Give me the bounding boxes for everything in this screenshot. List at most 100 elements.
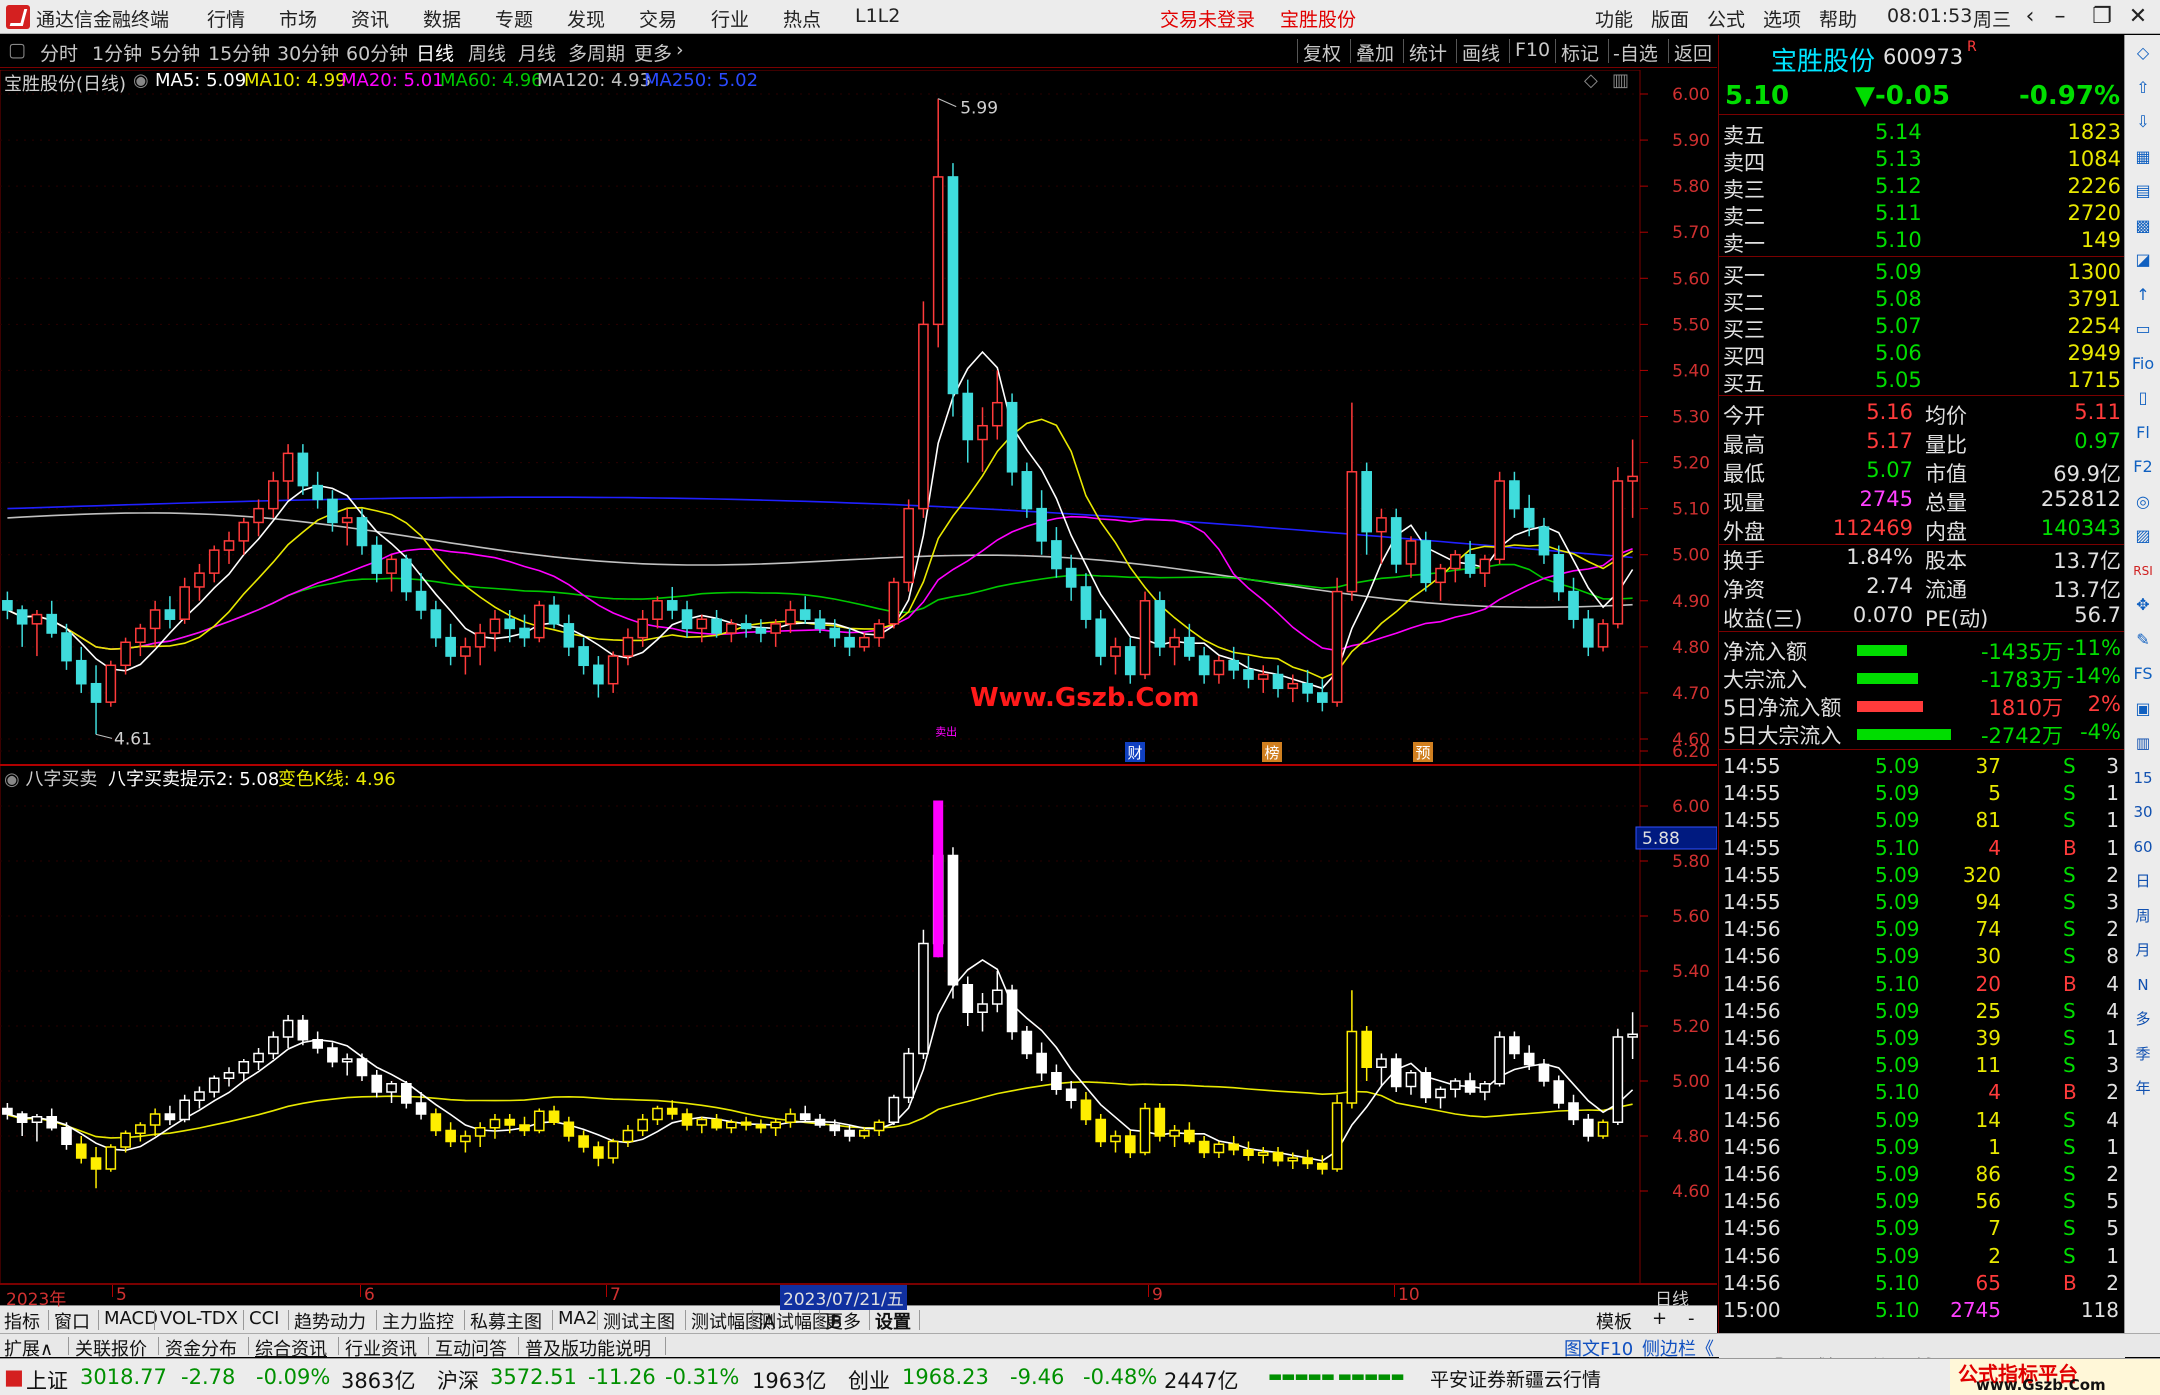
tick-row[interactable]: 14:56 5.09 2 S 1 <box>1719 1243 2125 1270</box>
indicator-tab[interactable]: 私募主图 <box>470 1308 542 1334</box>
ask-row[interactable]: 卖二 5.11 2720 <box>1719 200 2125 229</box>
tool-diejia[interactable]: 叠加 <box>1356 39 1394 66</box>
period-fenshi[interactable]: 分时 <box>40 39 78 66</box>
menu-shuju[interactable]: 数据 <box>423 5 461 32</box>
sidebar-icon[interactable]: ▯ <box>2129 384 2157 412</box>
indicator-tab[interactable]: MACD <box>104 1308 158 1329</box>
bid-row[interactable]: 买一 5.09 1300 <box>1719 259 2125 288</box>
indicator-tab[interactable]: 测试主图 <box>603 1308 675 1334</box>
sidebar-icon[interactable]: ⇧ <box>2129 74 2157 102</box>
bid-row[interactable]: 买二 5.08 3791 <box>1719 286 2125 315</box>
sidebar-icon[interactable]: 60 <box>2129 833 2157 861</box>
menu-bangzhu[interactable]: 帮助 <box>1819 5 1857 32</box>
sidebar-icon[interactable]: ▭ <box>2129 315 2157 343</box>
tick-row[interactable]: 14:56 5.09 14 S 4 <box>1719 1107 2125 1134</box>
sidebar-icon[interactable]: 多 <box>2129 1005 2157 1033</box>
tick-row[interactable]: 14:55 5.09 81 S 1 <box>1719 807 2125 834</box>
period-more[interactable]: 更多 <box>634 39 672 66</box>
event-marker-cai-label[interactable]: 财 <box>1127 744 1142 762</box>
tick-row[interactable]: 14:56 5.10 4 B 2 <box>1719 1079 2125 1106</box>
sidebar-icon[interactable]: ◎ <box>2129 488 2157 516</box>
sidebar-icon[interactable]: ⇩ <box>2129 108 2157 136</box>
kline-svg[interactable]: 6.00 5.90 5.80 5.70 5.60 5.50 5.40 5.30 5.20 5.10… <box>0 69 1718 1285</box>
menu-faxian[interactable]: 发现 <box>567 5 605 32</box>
menu-banmian[interactable]: 版面 <box>1651 5 1689 32</box>
tick-row[interactable]: 14:56 5.10 65 B 2 <box>1719 1270 2125 1297</box>
menu-xuanxiang[interactable]: 选项 <box>1763 5 1801 32</box>
event-marker-yu-label[interactable]: 预 <box>1415 744 1430 762</box>
sidebar-icon[interactable]: 日 <box>2129 867 2157 895</box>
back-arrow-icon[interactable]: ‹ <box>2016 3 2044 31</box>
tool-biaoji[interactable]: 标记 <box>1561 39 1599 66</box>
indicator-tab[interactable]: VOL-TDX <box>160 1308 238 1329</box>
login-status[interactable]: 交易未登录 <box>1160 5 1255 32</box>
period-weekly[interactable]: 周线 <box>468 39 506 66</box>
sidebar-icon[interactable]: ▩ <box>2129 212 2157 240</box>
period-30min[interactable]: 30分钟 <box>277 39 339 66</box>
cy-name[interactable]: 创业 <box>848 1365 890 1395</box>
ask-row[interactable]: 卖四 5.13 1084 <box>1719 146 2125 175</box>
sidebar-icon[interactable]: 30 <box>2129 798 2157 826</box>
sidebar-icon[interactable]: Fl <box>2129 419 2157 447</box>
sh-name[interactable]: 上证 <box>26 1365 68 1395</box>
tool-zixuan[interactable]: -自选 <box>1613 39 1658 66</box>
tick-row[interactable]: 14:55 5.09 320 S 2 <box>1719 862 2125 889</box>
period-5min[interactable]: 5分钟 <box>150 39 200 66</box>
add-pane-button[interactable]: + <box>1652 1308 1667 1329</box>
menu-shichang[interactable]: 市场 <box>279 5 317 32</box>
pane-toggle-icon[interactable]: ▥ <box>1612 70 1629 91</box>
menu-l1l2[interactable]: L1L2 <box>855 5 900 27</box>
tick-row[interactable]: 15:00 5.10 2745 118 <box>1719 1297 2125 1324</box>
period-1min[interactable]: 1分钟 <box>92 39 142 66</box>
indicator-tab[interactable]: 设置 <box>875 1308 911 1334</box>
period-daily[interactable]: 日线 <box>416 39 454 66</box>
sidebar-icon[interactable]: ▦ <box>2129 143 2157 171</box>
sidebar-icon[interactable]: ↑ <box>2129 281 2157 309</box>
sidebar-icon[interactable]: FS <box>2129 660 2157 688</box>
tool-huaxian[interactable]: 画线 <box>1462 39 1500 66</box>
menu-jiaoyi[interactable]: 交易 <box>639 5 677 32</box>
bid-row[interactable]: 买三 5.07 2254 <box>1719 313 2125 342</box>
tick-row[interactable]: 14:56 5.09 56 S 5 <box>1719 1188 2125 1215</box>
template-button[interactable]: 模板 <box>1596 1308 1632 1334</box>
indicator-toggle-icon[interactable]: ◉ <box>4 769 25 790</box>
sidebar-icon[interactable]: Fio <box>2129 350 2157 378</box>
sidebar-icon[interactable]: ✎ <box>2129 626 2157 654</box>
tick-row[interactable]: 14:56 5.09 30 S 8 <box>1719 943 2125 970</box>
menu-hangye[interactable]: 行业 <box>711 5 749 32</box>
tick-row[interactable]: 14:55 5.10 4 B 1 <box>1719 835 2125 862</box>
sidebar-icon[interactable]: ◪ <box>2129 246 2157 274</box>
period-monthly[interactable]: 月线 <box>518 39 556 66</box>
menu-redian[interactable]: 热点 <box>783 5 821 32</box>
sidebar-icon[interactable]: F2 <box>2129 453 2157 481</box>
period-60min[interactable]: 60分钟 <box>346 39 408 66</box>
sidebar-icon[interactable]: N <box>2129 971 2157 999</box>
kline-chart-area[interactable]: 6.00 5.90 5.80 5.70 5.60 5.50 5.40 5.30 5.20 5.10… <box>0 69 1718 1285</box>
sidebar-icon[interactable]: 季 <box>2129 1040 2157 1068</box>
period-15min[interactable]: 15分钟 <box>208 39 270 66</box>
tool-back[interactable]: 返回 <box>1674 39 1712 66</box>
indicator-tab[interactable]: 指标 <box>4 1308 40 1334</box>
ask-row[interactable]: 卖三 5.12 2226 <box>1719 173 2125 202</box>
tick-row[interactable]: 14:56 5.09 11 S 3 <box>1719 1052 2125 1079</box>
diamond-icon[interactable]: ◇ <box>1584 70 1598 91</box>
menu-hangqing[interactable]: 行情 <box>207 5 245 32</box>
indicator-tab[interactable]: 趋势动力 <box>294 1308 366 1334</box>
tick-row[interactable]: 14:56 5.10 20 B 4 <box>1719 971 2125 998</box>
sidebar-icon[interactable]: 月 <box>2129 936 2157 964</box>
menu-zhuanti[interactable]: 专题 <box>495 5 533 32</box>
sidebar-icon[interactable]: ▥ <box>2129 729 2157 757</box>
tick-row[interactable]: 14:56 5.09 7 S 5 <box>1719 1215 2125 1242</box>
ask-row[interactable]: 卖五 5.14 1823 <box>1719 119 2125 148</box>
indicator-tab[interactable]: CCI <box>249 1308 279 1329</box>
indicator-tab[interactable]: 主力监控 <box>382 1308 454 1334</box>
indicator-toggle-icon[interactable]: ◉ <box>133 70 149 91</box>
tick-row[interactable]: 14:56 5.09 39 S 1 <box>1719 1025 2125 1052</box>
indicator-tab[interactable]: 窗口 <box>54 1308 90 1334</box>
sz-name[interactable]: 沪深 <box>437 1365 479 1395</box>
sidebar-icon[interactable]: ▤ <box>2129 177 2157 205</box>
menu-gongshi[interactable]: 公式 <box>1707 5 1745 32</box>
bid-row[interactable]: 买四 5.06 2949 <box>1719 340 2125 369</box>
indicator-tab[interactable]: 更多 <box>825 1308 861 1334</box>
tick-row[interactable]: 14:56 5.09 86 S 2 <box>1719 1161 2125 1188</box>
